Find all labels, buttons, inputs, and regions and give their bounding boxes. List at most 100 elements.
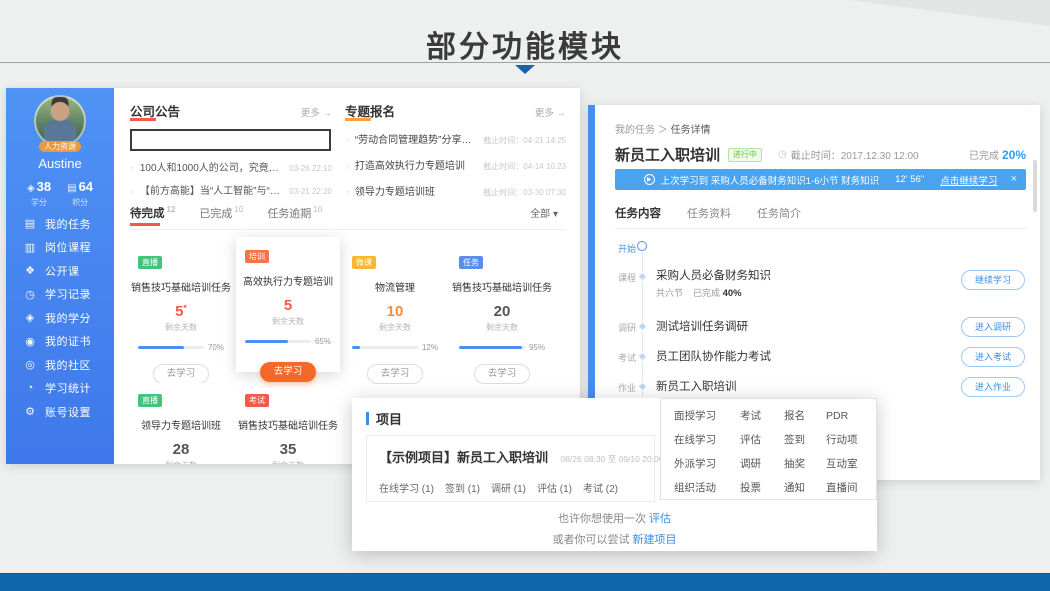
project-tag: 调研 (1) — [491, 480, 526, 495]
new-project-link[interactable]: 新建项目 — [633, 534, 677, 546]
menu-item-online-learning[interactable]: 在线学习 — [674, 432, 740, 449]
tab-completed[interactable]: 已完成10 — [199, 205, 243, 221]
filter-dropdown[interactable]: 全部 ▾ — [530, 205, 558, 220]
menu-item-sign-in[interactable]: 签到 — [784, 432, 826, 449]
enter-exam-button[interactable]: 进入考试 — [961, 347, 1025, 367]
card-title: 高效执行力专题培训 — [236, 273, 340, 288]
enter-homework-button[interactable]: 进入作业 — [961, 377, 1025, 397]
sidebar-item-my-community[interactable]: ◎ 我的社区 — [6, 353, 114, 377]
announcement-item[interactable]: ○ 【前方高能】当“人工智能”与“企业... 03-21 22:20 — [130, 182, 332, 197]
menu-item-face-to-face[interactable]: 面授学习 — [674, 408, 740, 425]
gear-icon: ⚙ — [23, 405, 37, 418]
bullet-icon: ○ — [130, 187, 135, 196]
scrollbar-thumb[interactable] — [1033, 160, 1037, 212]
suggestion-line: 或者你可以尝试 新建项目 — [352, 531, 877, 547]
topic-item[interactable]: ○ “劳动合同管理趋势”分享研讨会 截止时间：04-21 14:25 — [345, 131, 566, 146]
tab-task-content[interactable]: 任务内容 — [615, 205, 661, 221]
go-learn-button[interactable]: 去学习 — [153, 364, 209, 384]
card-type-badge: 直播 — [138, 394, 162, 407]
community-icon: ◎ — [23, 358, 37, 371]
tab-task-materials[interactable]: 任务资料 — [687, 205, 731, 221]
continue-learning-link[interactable]: 点击继续学习 — [940, 173, 997, 187]
menu-item-voting[interactable]: 投票 — [740, 480, 784, 497]
topic-deadline: 截止时间：04-14 10:23 — [483, 161, 566, 172]
resume-learning-banner[interactable]: ▶ 上次学习到 采购人员必备财务知识1-6小节 财务知识 12' 56'' 点击… — [615, 169, 1026, 190]
credit-value: 38 — [37, 179, 51, 194]
timeline-start-circle — [637, 241, 647, 251]
project-tag: 在线学习 (1) — [379, 480, 434, 495]
medal-icon: ◉ — [23, 335, 37, 348]
sidebar-item-position-courses[interactable]: ▥岗位课程 — [6, 236, 114, 260]
timeline-item-title[interactable]: 新员工入职培训 — [656, 378, 737, 394]
announcements-more-link[interactable]: 更多 → — [301, 105, 332, 119]
card-title: 销售技巧基础培训任务 — [450, 279, 554, 294]
user-role-badge: 人力资源 — [39, 141, 81, 152]
breadcrumb[interactable]: 我的任务 ＞ 任务详情 — [615, 121, 711, 136]
task-card-highlighted[interactable]: 培训 高效执行力专题培训 5 剩余天数 65% 去学习 — [236, 237, 340, 372]
card-title: 物流管理 — [343, 279, 447, 294]
point-value: 64 — [79, 179, 93, 194]
go-learn-button[interactable]: 去学习 — [367, 364, 423, 384]
days-remaining-label: 剩余天数 — [236, 460, 340, 464]
timeline-item-title[interactable]: 采购人员必备财务知识 — [656, 267, 771, 283]
days-remaining-value: 28 — [129, 441, 233, 458]
sidebar-item-my-credits[interactable]: ◈我的学分 — [6, 306, 114, 330]
close-icon[interactable]: × — [1011, 173, 1017, 185]
menu-item-external-learning[interactable]: 外派学习 — [674, 456, 740, 473]
timeline-item-title[interactable]: 员工团队协作能力考试 — [656, 348, 771, 364]
tab-overdue[interactable]: 任务逾期10 — [267, 205, 322, 221]
task-card[interactable]: 任务 销售技巧基础培训任务 20 剩余天数 95% 去学习 — [450, 245, 554, 365]
menu-item-organize-activity[interactable]: 组织活动 — [674, 480, 740, 497]
menu-item-exam[interactable]: 考试 — [740, 408, 784, 425]
detail-tabs-divider — [615, 228, 1026, 229]
continue-learning-button[interactable]: 继续学习 — [961, 270, 1025, 290]
menu-item-registration[interactable]: 报名 — [784, 408, 826, 425]
task-card[interactable]: 直播 领导力专题培训班 28 剩余天数 65% 去学习 — [129, 383, 233, 464]
tab-task-intro[interactable]: 任务简介 — [757, 205, 801, 221]
breadcrumb-parent[interactable]: 我的任务 — [615, 125, 655, 136]
announcement-date: 03-21 22:20 — [289, 187, 332, 196]
sidebar-item-learning-records[interactable]: ◷ 学习记录 — [6, 283, 114, 307]
sidebar-item-open-class[interactable]: ❖公开课 — [6, 259, 114, 283]
tasks-icon: ▤ — [23, 217, 37, 230]
sidebar-item-my-tasks[interactable]: ▤我的任务 — [6, 212, 114, 236]
topic-item[interactable]: ○ 打造高效执行力专题培训 截止时间：04-14 10:23 — [345, 157, 566, 172]
tab-pending[interactable]: 待完成12 — [130, 205, 175, 221]
menu-item-evaluation[interactable]: 评估 — [740, 432, 784, 449]
avatar[interactable] — [34, 95, 86, 147]
slide-canvas: 部分功能模块 人力资源 Austine ◈38 学分 ▤64 积分 ▤我的任务 … — [0, 0, 1050, 591]
enter-survey-button[interactable]: 进入调研 — [961, 317, 1025, 337]
sidebar-item-my-certificates[interactable]: ◉我的证书 — [6, 330, 114, 354]
topic-item[interactable]: ○ 领导力专题培训班 截止时间：03-30 07:30 — [345, 183, 566, 198]
evaluation-link[interactable]: 评估 — [649, 513, 671, 525]
sidebar-item-account-settings[interactable]: ⚙账号设置 — [6, 400, 114, 424]
task-card[interactable]: 微课 物流管理 10 剩余天数 12% 去学习 — [343, 245, 447, 365]
menu-item-notification[interactable]: 通知 — [784, 480, 826, 497]
timeline-item-title[interactable]: 测试培训任务调研 — [656, 318, 748, 334]
sidebar-item-learning-stats[interactable]: ◔学习统计 — [6, 377, 114, 401]
menu-item-live-room[interactable]: 直播间 — [826, 480, 870, 497]
menu-item-action-items[interactable]: 行动项 — [826, 432, 870, 449]
project-card[interactable]: 【示例项目】新员工入职培训 08/26 08:30 至 09/10 20:00 … — [366, 435, 655, 502]
clock-icon: ◷ — [23, 288, 37, 301]
sidebar-item-label: 公开课 — [45, 263, 80, 279]
announcement-date: 03-26 22:10 — [289, 164, 332, 173]
topics-more-link[interactable]: 更多 → — [535, 105, 566, 119]
tab-count: 10 — [313, 205, 322, 214]
go-learn-button[interactable]: 去学习 — [474, 364, 530, 384]
go-learn-button[interactable]: 去学习 — [260, 362, 316, 382]
task-card[interactable]: 直播 销售技巧基础培训任务 5* 剩余天数 70% 去学习 — [129, 245, 233, 365]
menu-item-survey[interactable]: 调研 — [740, 456, 784, 473]
sidebar-item-label: 学习记录 — [45, 286, 91, 302]
menu-item-pdr[interactable]: PDR — [826, 408, 870, 425]
menu-item-lottery[interactable]: 抽奖 — [784, 456, 826, 473]
task-card[interactable]: 考试 销售技巧基础培训任务 35 剩余天数 85% 去学习 — [236, 383, 340, 464]
days-remaining-value: 35 — [236, 441, 340, 458]
menu-item-interactive-room[interactable]: 互动室 — [826, 456, 870, 473]
announcement-item[interactable]: ○ 100人和1000人的公司，究竟区别在... 03-26 22:10 — [130, 159, 332, 174]
card-type-badge: 任务 — [459, 256, 483, 269]
days-remaining-value: 5 — [236, 297, 340, 314]
task-card-row: 直播 销售技巧基础培训任务 5* 剩余天数 70% 去学习 培训 高效执行力专题… — [129, 245, 554, 372]
topic-text: 打造高效执行力专题培训 — [355, 157, 477, 172]
sidebar-item-label: 我的社区 — [45, 357, 91, 373]
